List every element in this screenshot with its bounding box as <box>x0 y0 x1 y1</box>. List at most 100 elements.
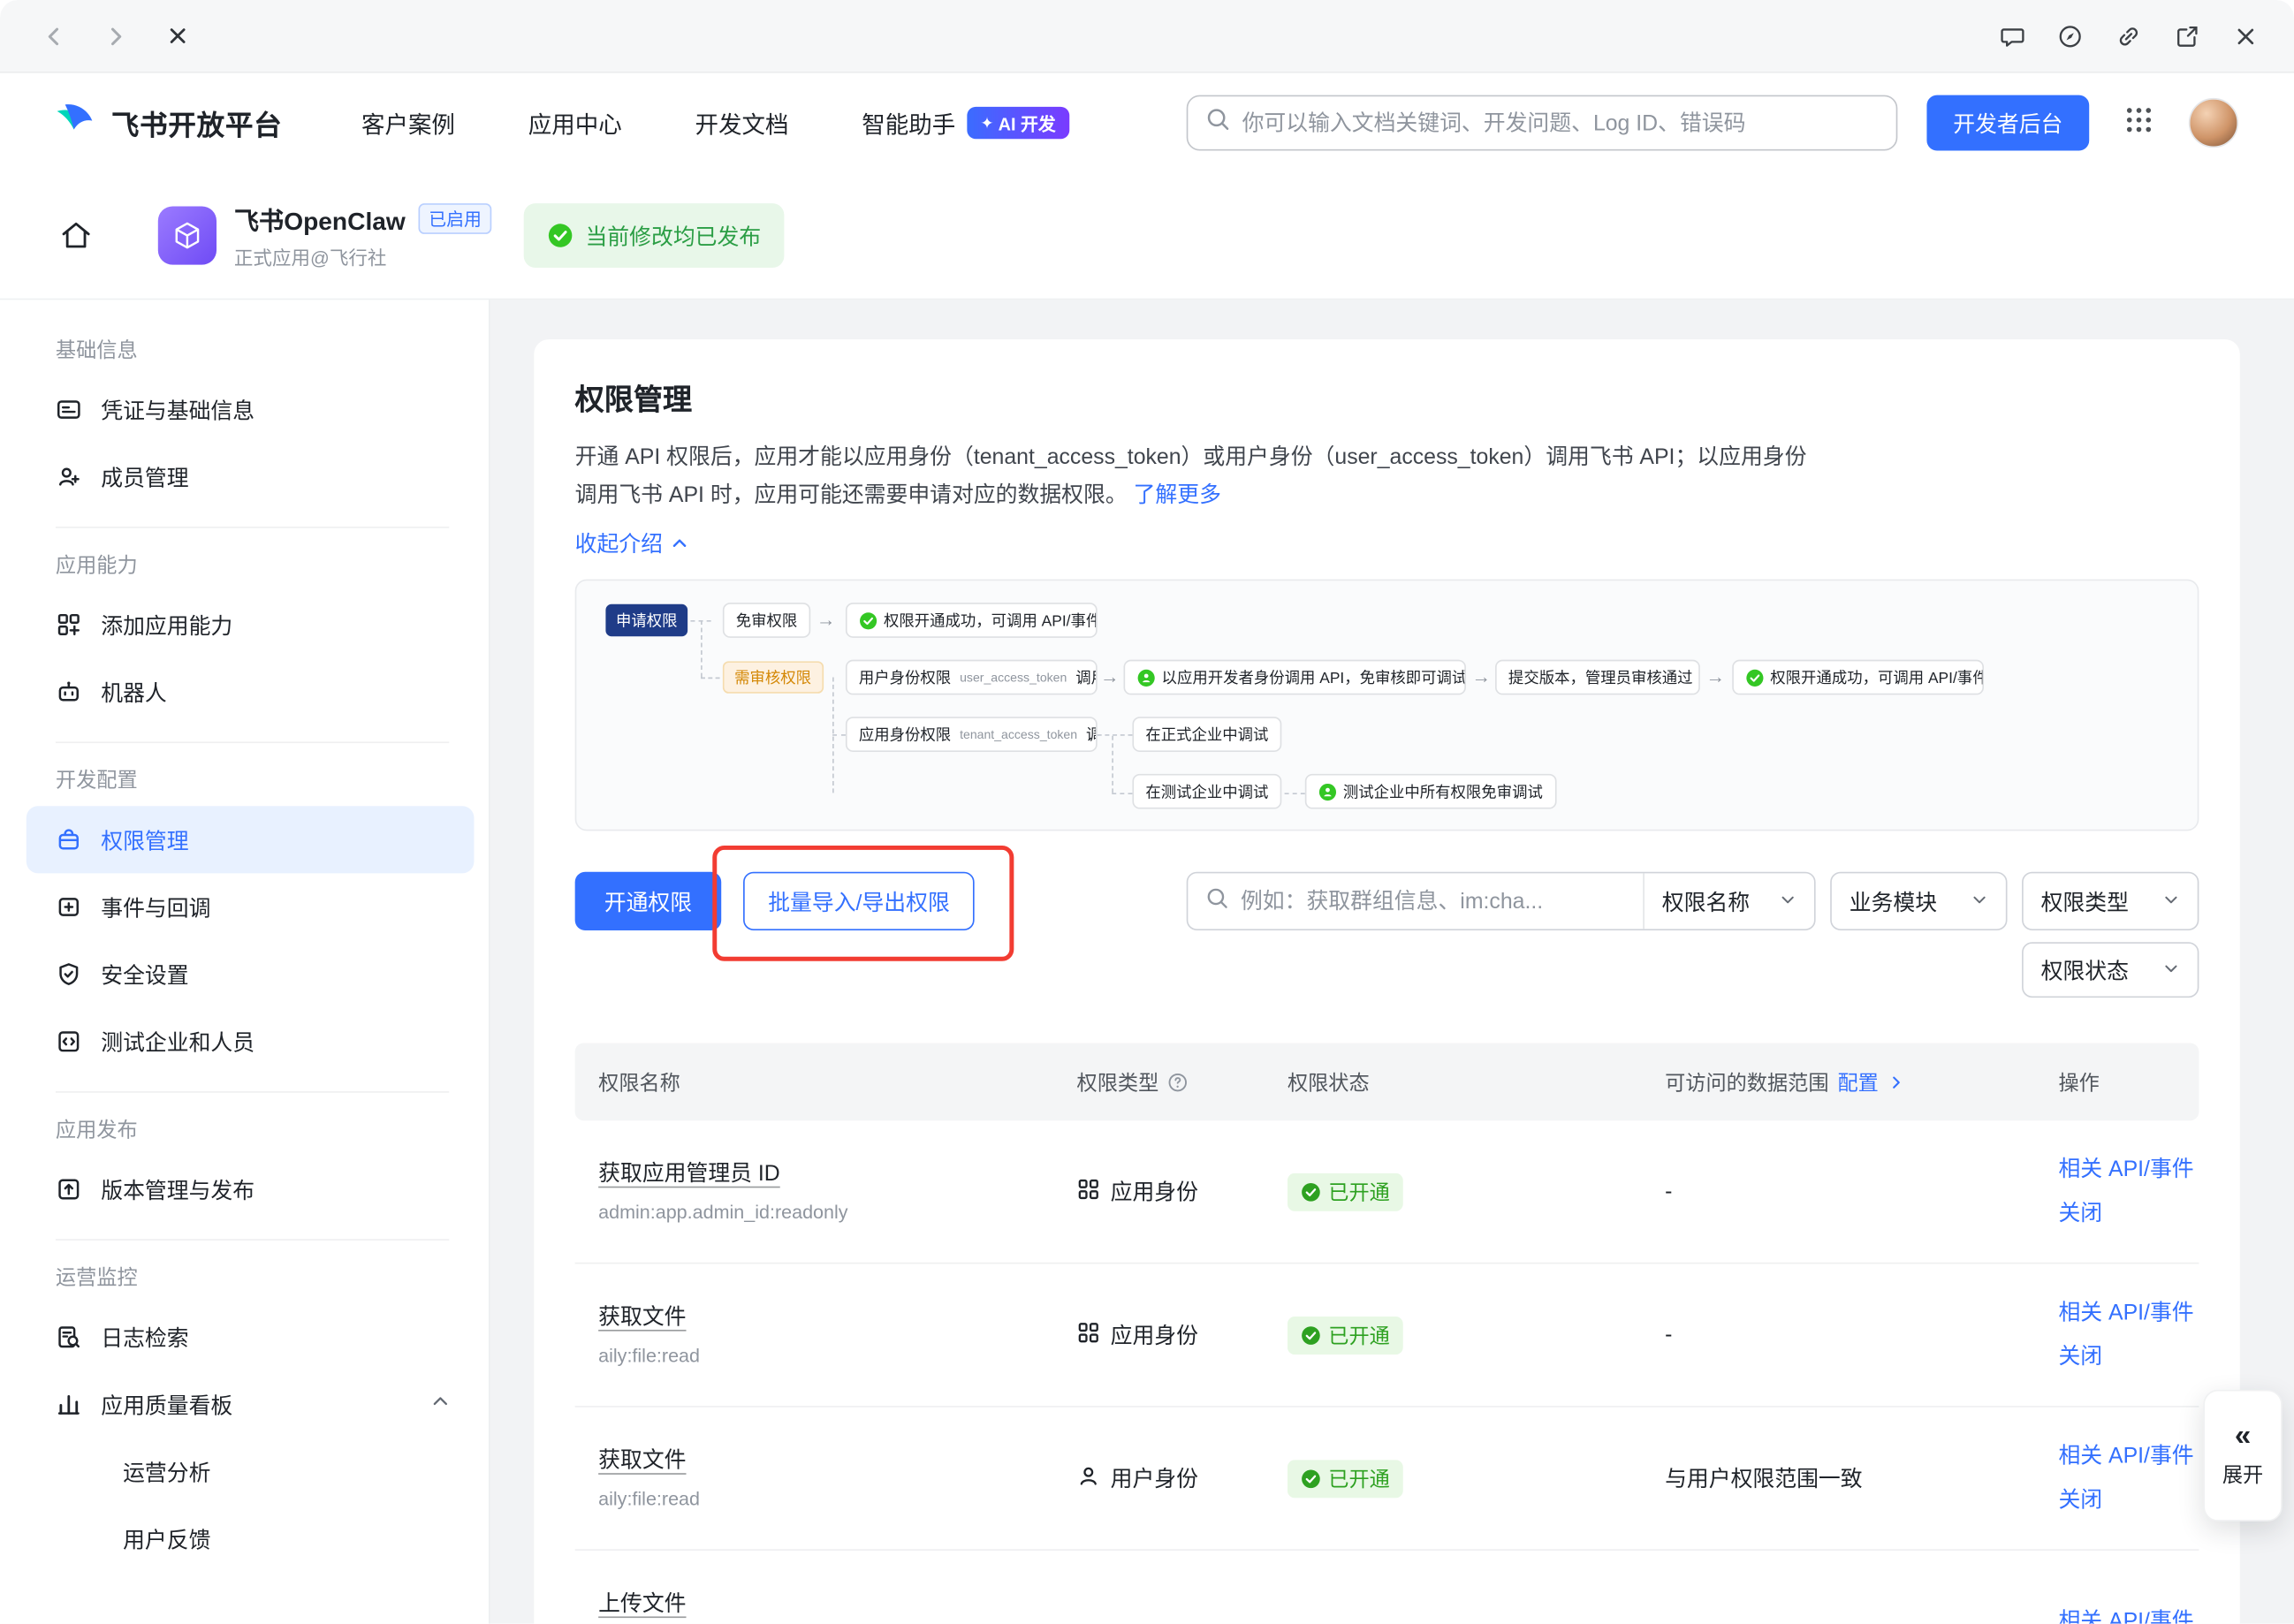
table-row: 上传文件 相关 API/事件 <box>575 1551 2199 1624</box>
scope-config-link[interactable]: 配置 <box>1837 1067 1878 1097</box>
close-tab-icon[interactable] <box>163 23 190 49</box>
row-actions: 相关 API/事件 关闭 <box>2058 1297 2197 1373</box>
chevron-down-icon <box>2162 889 2180 914</box>
bag-icon <box>56 826 82 853</box>
main-area: 权限管理 开通 API 权限后，应用才能以应用身份（tenant_access_… <box>490 300 2294 1623</box>
app-identity-icon <box>1077 1177 1100 1206</box>
permission-name[interactable]: 获取文件 <box>598 1301 686 1333</box>
shield-check-icon <box>56 961 82 988</box>
table-row: 获取文件 aily:file:read 用户身份 已开通 <box>575 1408 2199 1551</box>
flow-success-pill-b: 权限开通成功，可调用 API/事件 <box>1732 660 1984 695</box>
apps-grid-icon[interactable] <box>2124 104 2153 140</box>
check-circle-icon <box>1301 1181 1321 1202</box>
perm-type-dropdown[interactable]: 权限类型 <box>2022 872 2199 930</box>
related-api-link[interactable]: 相关 API/事件 <box>2058 1605 2185 1624</box>
close-window-icon[interactable] <box>2232 23 2259 49</box>
sidebar-item-log-search[interactable]: 日志检索 <box>27 1303 475 1370</box>
page-description: 开通 API 权限后，应用才能以应用身份（tenant_access_token… <box>575 439 2199 515</box>
module-dropdown[interactable]: 业务模块 <box>1830 872 2007 930</box>
search-input[interactable] <box>1242 110 1879 135</box>
related-api-link[interactable]: 相关 API/事件 <box>2058 1153 2185 1185</box>
permission-name[interactable]: 获取应用管理员 ID <box>598 1157 780 1189</box>
permission-name[interactable]: 上传文件 <box>598 1588 686 1620</box>
sidebar-item-add-capability[interactable]: 添加应用能力 <box>27 591 475 658</box>
permission-search-input[interactable] <box>1241 889 1625 914</box>
app-name: 飞书OpenClaw <box>234 201 406 237</box>
row-actions: 相关 API/事件 关闭 <box>2058 1440 2197 1516</box>
global-search[interactable] <box>1187 95 1898 151</box>
search-icon <box>1205 107 1230 139</box>
learn-more-link[interactable]: 了解更多 <box>1134 482 1221 507</box>
sidebar-item-test-enterprise[interactable]: 测试企业和人员 <box>27 1008 475 1075</box>
nav-dev-docs[interactable]: 开发文档 <box>695 105 788 140</box>
nav-ai-assistant[interactable]: 智能助手 AI 开发 <box>862 105 1068 140</box>
sidebar-item-quality-dashboard[interactable]: 应用质量看板 <box>27 1370 475 1438</box>
batch-import-export-button[interactable]: 批量导入/导出权限 <box>743 872 975 930</box>
app-bar: 飞书OpenClaw 已启用 正式应用@飞行社 当前修改均已发布 <box>0 172 2294 300</box>
enabled-badge: 已启用 <box>419 203 492 234</box>
sidebar-item-user-feedback[interactable]: 用户反馈 <box>27 1506 475 1573</box>
check-circle-icon <box>1301 1324 1321 1345</box>
forward-icon[interactable] <box>103 23 129 49</box>
sidebar-item-version-release[interactable]: 版本管理与发布 <box>27 1156 475 1223</box>
close-permission-link[interactable]: 关闭 <box>2058 1197 2185 1229</box>
site-header: 飞书开放平台 客户案例 应用中心 开发文档 智能助手 AI 开发 开发者后台 <box>0 73 2294 173</box>
flow-success-pill-a: 权限开通成功，可调用 API/事件 <box>846 603 1098 638</box>
permission-card: 权限管理 开通 API 权限后，应用才能以应用身份（tenant_access_… <box>534 339 2239 1624</box>
sidebar-item-events[interactable]: 事件与回调 <box>27 873 475 940</box>
developer-console-button[interactable]: 开发者后台 <box>1926 95 2089 151</box>
back-icon[interactable] <box>41 23 67 49</box>
share-icon[interactable] <box>2174 23 2200 49</box>
flow-tenant-permission-pill: 应用身份权限tenant_access_token调用 <box>846 717 1098 752</box>
table-header: 权限名称 权限类型 权限状态 可访问的数据范围 配置 操作 <box>575 1043 2199 1120</box>
chevron-right-icon <box>1888 1073 1905 1090</box>
app-meta: 飞书OpenClaw 已启用 正式应用@飞行社 <box>234 201 492 270</box>
sidebar-item-security[interactable]: 安全设置 <box>27 941 475 1008</box>
filters-row2: 权限状态 <box>575 942 2199 998</box>
double-chevron-left-icon <box>2235 1422 2251 1451</box>
permission-code: admin:app.admin_id:readonly <box>598 1199 1065 1226</box>
event-icon <box>56 894 82 921</box>
question-circle-icon[interactable] <box>1167 1072 1188 1092</box>
close-permission-link[interactable]: 关闭 <box>2058 1484 2185 1516</box>
sidebar-item-credentials[interactable]: 凭证与基础信息 <box>27 376 475 443</box>
debug-circle-icon <box>1136 668 1156 687</box>
home-icon[interactable] <box>56 215 96 255</box>
debug-circle-icon <box>1318 782 1338 801</box>
collapse-intro-link[interactable]: 收起介绍 <box>575 527 689 558</box>
sidebar-item-bot[interactable]: 机器人 <box>27 658 475 725</box>
chevron-down-icon <box>1779 889 1796 914</box>
brand[interactable]: 飞书开放平台 <box>53 97 283 148</box>
comment-icon[interactable] <box>1999 23 2025 49</box>
nav-customer-cases[interactable]: 客户案例 <box>361 105 455 140</box>
sidebar-item-permission[interactable]: 权限管理 <box>27 806 475 873</box>
status-badge: 已开通 <box>1288 1316 1403 1354</box>
chevron-up-icon <box>670 533 689 552</box>
perm-name-dropdown[interactable]: 权限名称 <box>1643 873 1814 929</box>
robot-icon <box>56 679 82 705</box>
flow-arrow-icon <box>1100 667 1120 687</box>
open-permission-button[interactable]: 开通权限 <box>575 872 722 930</box>
flow-arrow-icon <box>1472 667 1492 687</box>
top-nav: 客户案例 应用中心 开发文档 智能助手 AI 开发 <box>361 105 1069 140</box>
link-icon[interactable] <box>2115 23 2142 49</box>
user-identity-icon <box>1077 1463 1100 1492</box>
permission-name[interactable]: 获取文件 <box>598 1445 686 1476</box>
nav-app-center[interactable]: 应用中心 <box>528 105 622 140</box>
avatar[interactable] <box>2189 98 2238 148</box>
ai-dev-badge: AI 开发 <box>967 107 1068 139</box>
related-api-link[interactable]: 相关 API/事件 <box>2058 1297 2185 1329</box>
publish-icon <box>56 1176 82 1203</box>
check-circle-icon <box>547 223 574 249</box>
permission-table: 权限名称 权限类型 权限状态 可访问的数据范围 配置 操作 <box>575 1043 2199 1623</box>
app-window: 飞书开放平台 客户案例 应用中心 开发文档 智能助手 AI 开发 开发者后台 飞… <box>0 0 2294 1624</box>
expand-panel-button[interactable]: 展开 <box>2203 1390 2282 1522</box>
perm-status-dropdown[interactable]: 权限状态 <box>2022 942 2199 998</box>
compass-icon[interactable] <box>2057 23 2084 49</box>
close-permission-link[interactable]: 关闭 <box>2058 1340 2185 1372</box>
log-search-icon <box>56 1324 82 1350</box>
member-icon <box>56 464 82 490</box>
sidebar-item-members[interactable]: 成员管理 <box>27 444 475 511</box>
sidebar-item-operation-analysis[interactable]: 运营分析 <box>27 1438 475 1505</box>
related-api-link[interactable]: 相关 API/事件 <box>2058 1440 2185 1472</box>
